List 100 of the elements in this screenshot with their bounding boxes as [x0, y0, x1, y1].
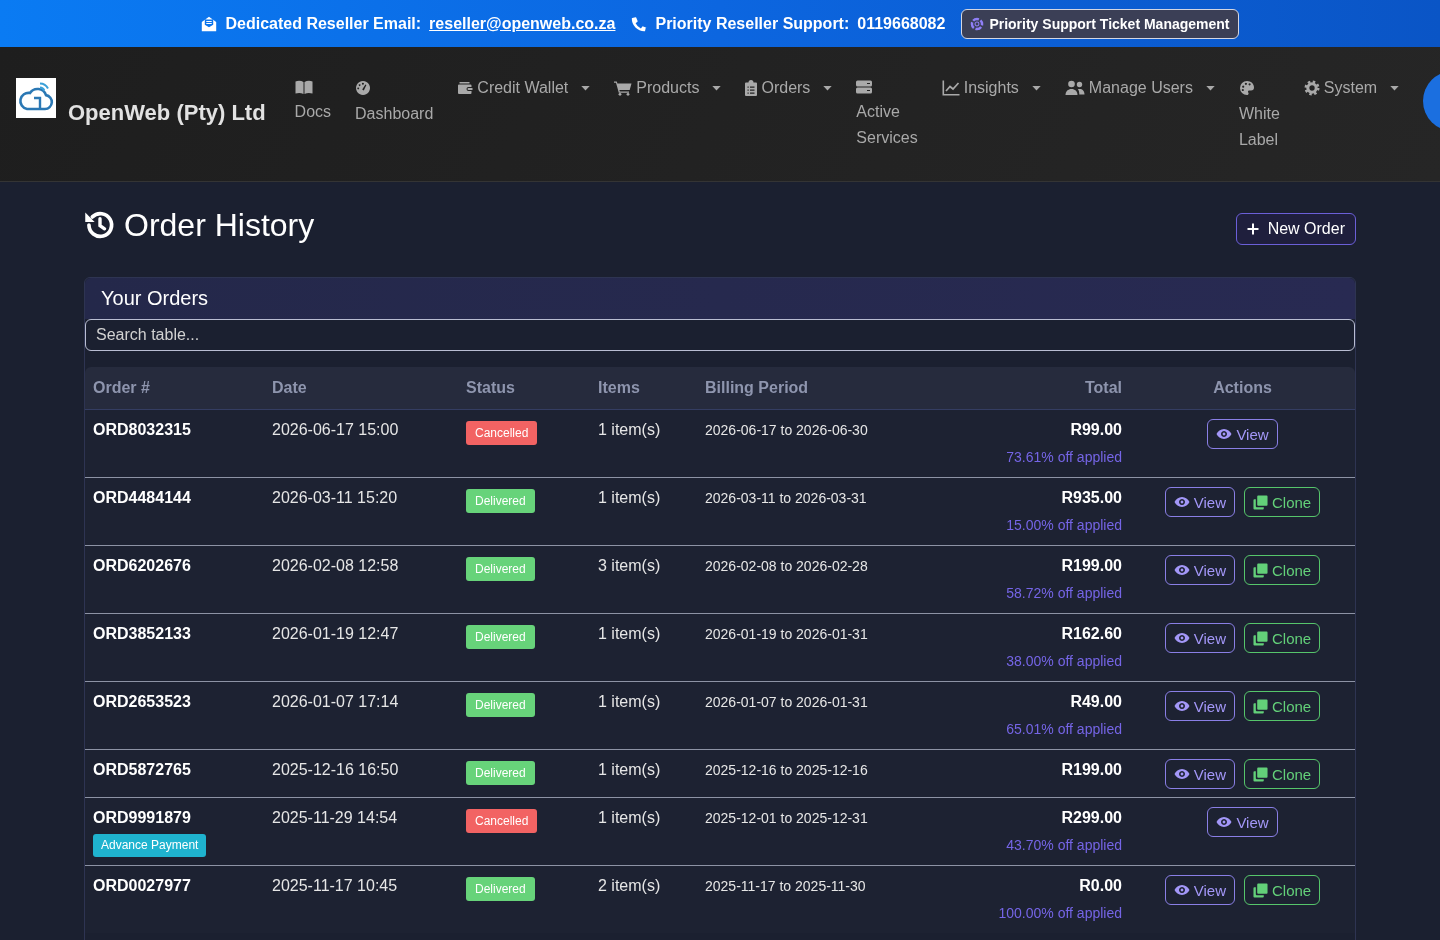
- nav-link[interactable]: Orders: [745, 75, 833, 101]
- email-label: Dedicated Reseller Email:: [225, 14, 422, 33]
- order-total: R49.00: [1070, 692, 1122, 712]
- card-title: Your Orders: [101, 287, 209, 310]
- column-header: Date: [272, 379, 307, 396]
- eye-icon: [1173, 564, 1190, 576]
- caret-icon: [712, 85, 722, 91]
- line-chart-icon: [941, 80, 960, 96]
- search-field[interactable]: Search table...: [85, 319, 1355, 351]
- nav-link[interactable]: System: [1303, 75, 1400, 101]
- view-button[interactable]: View: [1207, 419, 1278, 449]
- wallet-icon: [457, 81, 474, 95]
- nav-link[interactable]: Products: [614, 75, 722, 101]
- discount-note: 43.70% off applied: [1006, 836, 1122, 855]
- item-count: 3 item(s): [598, 557, 661, 574]
- nav-link[interactable]: Insights: [941, 75, 1041, 101]
- users-icon: [1064, 80, 1085, 96]
- order-number: ORD5872765: [93, 760, 191, 780]
- billing-period: 2026-01-07 to 2026-01-31: [705, 694, 868, 710]
- nav-link[interactable]: Dashboard: [355, 75, 434, 127]
- copy-icon: [1253, 698, 1268, 714]
- column-header: Status: [466, 379, 515, 396]
- order-date: 2025-11-29 14:54: [272, 809, 398, 826]
- discount-note: 15.00% off applied: [1006, 516, 1122, 535]
- copy-icon: [1253, 630, 1268, 646]
- item-count: 1 item(s): [598, 693, 661, 710]
- discount-note: 58.72% off applied: [1006, 584, 1122, 603]
- status-badge: Delivered: [466, 693, 535, 717]
- email-link[interactable]: reseller@openweb.co.za: [429, 14, 616, 33]
- nav-link[interactable]: Docs: [294, 75, 332, 125]
- status-badge: Cancelled: [466, 421, 538, 445]
- status-badge: Delivered: [466, 489, 535, 513]
- caret-icon: [823, 85, 833, 91]
- palette-icon: [1238, 80, 1255, 96]
- order-number: ORD3852133: [93, 624, 191, 644]
- view-button[interactable]: View: [1164, 487, 1235, 517]
- clone-button[interactable]: Clone: [1244, 759, 1321, 789]
- billing-period: 2026-03-11 to 2026-03-31: [705, 490, 867, 506]
- order-date: 2026-01-07 17:14: [272, 693, 399, 710]
- eye-icon: [1173, 632, 1190, 644]
- clone-button[interactable]: Clone: [1244, 623, 1321, 653]
- clone-button[interactable]: Clone: [1244, 691, 1321, 721]
- item-count: 1 item(s): [598, 421, 661, 438]
- settings-icon: [1303, 80, 1320, 96]
- order-total: R0.00: [1079, 876, 1122, 896]
- view-button[interactable]: View: [1207, 807, 1278, 837]
- gauge-icon: [355, 80, 372, 96]
- discount-note: 38.00% off applied: [1006, 652, 1122, 671]
- life-ring-icon: [970, 16, 985, 31]
- discount-note: 65.01% off applied: [1006, 720, 1122, 739]
- support-label: Priority Reseller Support:: [655, 14, 850, 33]
- clone-button[interactable]: Clone: [1244, 875, 1321, 905]
- caret-icon: [1390, 85, 1400, 91]
- order-date: 2026-06-17 15:00: [272, 421, 399, 438]
- status-badge: Delivered: [466, 761, 535, 785]
- order-number: ORD2653523: [93, 692, 191, 712]
- order-date: 2026-02-08 12:58: [272, 557, 399, 574]
- order-total: R935.00: [1061, 488, 1122, 508]
- column-header: Billing Period: [705, 379, 809, 396]
- view-button[interactable]: View: [1164, 759, 1235, 789]
- eye-icon: [1216, 816, 1233, 828]
- view-button[interactable]: View: [1164, 875, 1235, 905]
- new-order-button[interactable]: New Order: [1235, 213, 1356, 245]
- caret-icon: [1205, 85, 1215, 91]
- order-number: ORD9991879: [93, 808, 191, 828]
- caret-icon: [581, 85, 591, 91]
- view-button[interactable]: View: [1164, 555, 1235, 585]
- billing-period: 2025-11-17 to 2025-11-30: [705, 878, 866, 894]
- order-date: 2026-03-11 15:20: [272, 489, 398, 506]
- order-total: R199.00: [1061, 556, 1122, 576]
- envelope-icon: [201, 15, 218, 32]
- brand-name[interactable]: OpenWeb (Pty) Ltd: [68, 100, 266, 126]
- column-header: Total: [1084, 379, 1122, 396]
- clone-button[interactable]: Clone: [1244, 555, 1321, 585]
- clone-button[interactable]: Clone: [1244, 487, 1321, 517]
- caret-icon: [1031, 85, 1041, 91]
- nav-link[interactable]: Active Services: [856, 75, 918, 151]
- cloud-logo-icon[interactable]: [16, 78, 56, 118]
- nav-link[interactable]: Credit Wallet: [457, 75, 591, 101]
- eye-icon: [1173, 768, 1190, 780]
- billing-period: 2026-06-17 to 2026-06-30: [705, 422, 868, 438]
- page-title: Order History: [124, 206, 315, 245]
- view-button[interactable]: View: [1164, 623, 1235, 653]
- support-phone: 0119668082: [857, 14, 946, 33]
- view-button[interactable]: View: [1164, 691, 1235, 721]
- eye-icon: [1216, 428, 1233, 440]
- eye-icon: [1173, 884, 1190, 896]
- order-total: R299.00: [1061, 808, 1122, 828]
- plus-icon: [1246, 223, 1259, 235]
- order-date: 2026-01-19 12:47: [272, 625, 399, 642]
- ticket-button[interactable]: Priority Support Ticket Management: [961, 8, 1239, 39]
- billing-period: 2025-12-16 to 2025-12-16: [705, 762, 868, 778]
- server-icon: [856, 80, 873, 94]
- column-header: Order #: [93, 379, 150, 396]
- payment-tag: Advance Payment: [93, 834, 207, 857]
- nav-link[interactable]: White Label: [1238, 75, 1280, 153]
- order-total: R162.60: [1061, 624, 1122, 644]
- nav-link[interactable]: Manage Users: [1064, 75, 1215, 101]
- copy-icon: [1253, 766, 1268, 782]
- order-number: ORD4484144: [93, 488, 191, 508]
